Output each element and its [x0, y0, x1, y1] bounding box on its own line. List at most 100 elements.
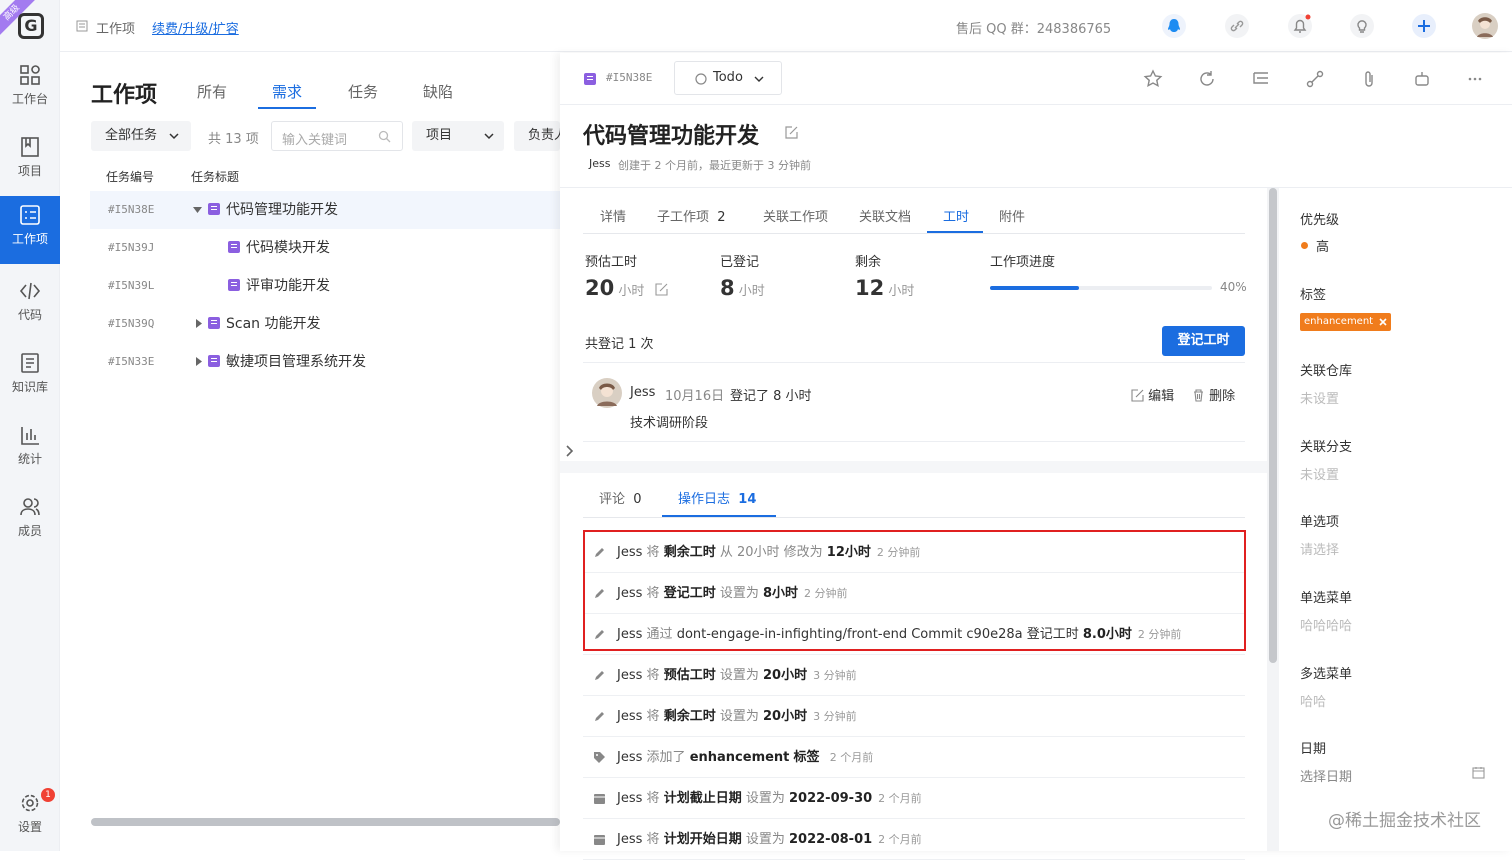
project-icon: [21, 137, 39, 157]
priority-label: 优先级: [1300, 213, 1340, 228]
edit-label: 编辑: [1148, 389, 1175, 404]
calendar-icon: [594, 794, 605, 804]
log-field: 剩余工时: [663, 709, 716, 724]
log-row: Jess 将 计划开始日期 设置为 2022-08-01 2 个月前: [583, 819, 1245, 860]
tab-worklog[interactable]: 工时: [943, 206, 969, 225]
status-select[interactable]: Todo: [674, 61, 782, 95]
upgrade-link[interactable]: 续费/升级/扩容: [152, 18, 239, 37]
tab-requirement[interactable]: 需求: [257, 81, 317, 109]
requirement-type-icon: [208, 355, 220, 367]
link-icon[interactable]: [1305, 69, 1325, 89]
estimate-label: 预估工时: [585, 255, 638, 270]
nav-rail: 高级 G 工作台 项目 工作项 代码 知识库 统计 成员 设置 1: [0, 0, 60, 851]
assignee-filter[interactable]: 负责人: [514, 121, 560, 151]
single-menu-value[interactable]: 哈哈哈哈: [1300, 615, 1352, 634]
nav-item-members[interactable]: 成员: [0, 488, 60, 556]
log-text: Jess 将 计划截止日期 设置为 2022-09-30 2 个月前: [617, 778, 922, 819]
nav-item-project[interactable]: 项目: [0, 128, 60, 196]
divider: [583, 441, 1245, 442]
link-icon[interactable]: [1225, 14, 1249, 38]
requirement-type-icon: [584, 73, 596, 85]
tab-subitems[interactable]: 子工作项 2: [657, 206, 726, 225]
tab-related-docs[interactable]: 关联文档: [859, 206, 911, 225]
multi-menu-value[interactable]: 哈哈: [1300, 691, 1326, 710]
bell-icon[interactable]: [1288, 14, 1312, 38]
log-field: 计划截止日期: [663, 791, 742, 806]
tab-comments[interactable]: 评论 0: [599, 488, 642, 507]
log-value: 2022-08-01: [789, 832, 873, 847]
log-text: Jess 将 剩余工时 设置为 20小时 3 分钟前: [617, 696, 857, 737]
breadcrumb-root[interactable]: 工作项: [96, 18, 135, 37]
tab-task[interactable]: 任务: [348, 81, 378, 102]
tag-chip[interactable]: enhancement: [1300, 313, 1392, 331]
tab-activity-log[interactable]: 操作日志 14: [678, 488, 756, 507]
edit-title-icon[interactable]: [784, 125, 799, 140]
table-row[interactable]: #I5N38E 代码管理功能开发: [90, 191, 560, 229]
log-value: 2022-09-30: [789, 791, 873, 806]
detail-title[interactable]: 代码管理功能开发: [583, 118, 759, 150]
caret-right-icon[interactable]: [195, 357, 202, 366]
tab-related-items[interactable]: 关联工作项: [763, 206, 828, 225]
tab-attachments[interactable]: 附件: [999, 206, 1025, 225]
caret-down-icon[interactable]: [193, 206, 202, 214]
user-avatar[interactable]: [1472, 13, 1498, 39]
horizontal-scrollbar[interactable]: [91, 818, 560, 826]
edit-estimate-icon[interactable]: [654, 283, 668, 296]
tab-details[interactable]: 详情: [600, 206, 626, 225]
search-input[interactable]: 输入关键词: [271, 121, 403, 151]
nav-item-settings[interactable]: 设置 1: [0, 784, 60, 852]
requirement-type-icon: [228, 241, 240, 253]
caret-right-icon[interactable]: [195, 319, 202, 328]
log-time-button[interactable]: 登记工时: [1162, 326, 1245, 356]
branch-value[interactable]: 未设置: [1300, 464, 1339, 483]
plus-icon[interactable]: [1412, 14, 1436, 38]
logged-count: 共登记 1 次: [585, 337, 654, 352]
row-title: 代码管理功能开发: [226, 202, 338, 218]
nav-item-wiki[interactable]: 知识库: [0, 344, 60, 412]
date-value[interactable]: 选择日期: [1300, 766, 1352, 785]
repo-value[interactable]: 未设置: [1300, 388, 1339, 407]
qq-icon[interactable]: [1162, 14, 1186, 38]
nav-item-stats[interactable]: 统计: [0, 416, 60, 484]
log-verb: 将: [646, 791, 660, 806]
log-field: enhancement: [689, 750, 790, 765]
table-row[interactable]: #I5N39J 代码模块开发: [90, 229, 560, 267]
divider: [560, 187, 1512, 188]
bulb-icon[interactable]: [1350, 14, 1374, 38]
more-icon[interactable]: [1465, 69, 1485, 89]
members-icon: [20, 498, 40, 516]
subtask-icon[interactable]: [1251, 69, 1271, 89]
scope-select[interactable]: 全部任务: [91, 121, 191, 151]
log-time: 3 分钟前: [813, 669, 857, 682]
star-icon[interactable]: [1143, 69, 1163, 89]
nav-item-code[interactable]: 代码: [0, 272, 60, 340]
log-time: 2 个月前: [878, 792, 922, 805]
highlight-box: [583, 530, 1246, 651]
table-row[interactable]: #I5N39L 评审功能开发: [90, 267, 560, 305]
collapse-chevron-icon[interactable]: [564, 445, 574, 457]
single-option-value[interactable]: 请选择: [1300, 539, 1339, 558]
edit-entry-button[interactable]: 编辑: [1131, 385, 1174, 404]
nav-item-workitem[interactable]: 工作项: [0, 196, 60, 264]
table-row[interactable]: #I5N39Q Scan 功能开发: [90, 305, 560, 343]
robot-icon[interactable]: [1412, 69, 1432, 89]
chart-icon: [21, 427, 39, 445]
tab-bug[interactable]: 缺陷: [423, 81, 453, 102]
delete-entry-button[interactable]: 删除: [1192, 385, 1235, 404]
project-filter[interactable]: 项目: [412, 121, 504, 151]
table-row[interactable]: #I5N33E 敏捷项目管理系统开发: [90, 343, 560, 381]
tab-all[interactable]: 所有: [197, 81, 227, 102]
calendar-icon[interactable]: [1472, 766, 1485, 779]
logo-letter: G: [18, 13, 44, 39]
remain-unit: 小时: [888, 284, 915, 299]
vertical-scrollbar-thumb[interactable]: [1269, 188, 1277, 663]
priority-value[interactable]: 高: [1316, 236, 1329, 255]
attachment-icon[interactable]: [1359, 69, 1379, 89]
app-logo[interactable]: 高级 G: [0, 0, 60, 52]
log-verb: 将: [646, 668, 660, 683]
refresh-icon[interactable]: [1197, 69, 1217, 89]
nav-item-dashboard[interactable]: 工作台: [0, 56, 60, 124]
close-icon[interactable]: [1379, 318, 1387, 326]
logged-unit: 小时: [738, 284, 765, 299]
log-text: Jess 添加了 enhancement 标签 2 个月前: [617, 737, 873, 778]
